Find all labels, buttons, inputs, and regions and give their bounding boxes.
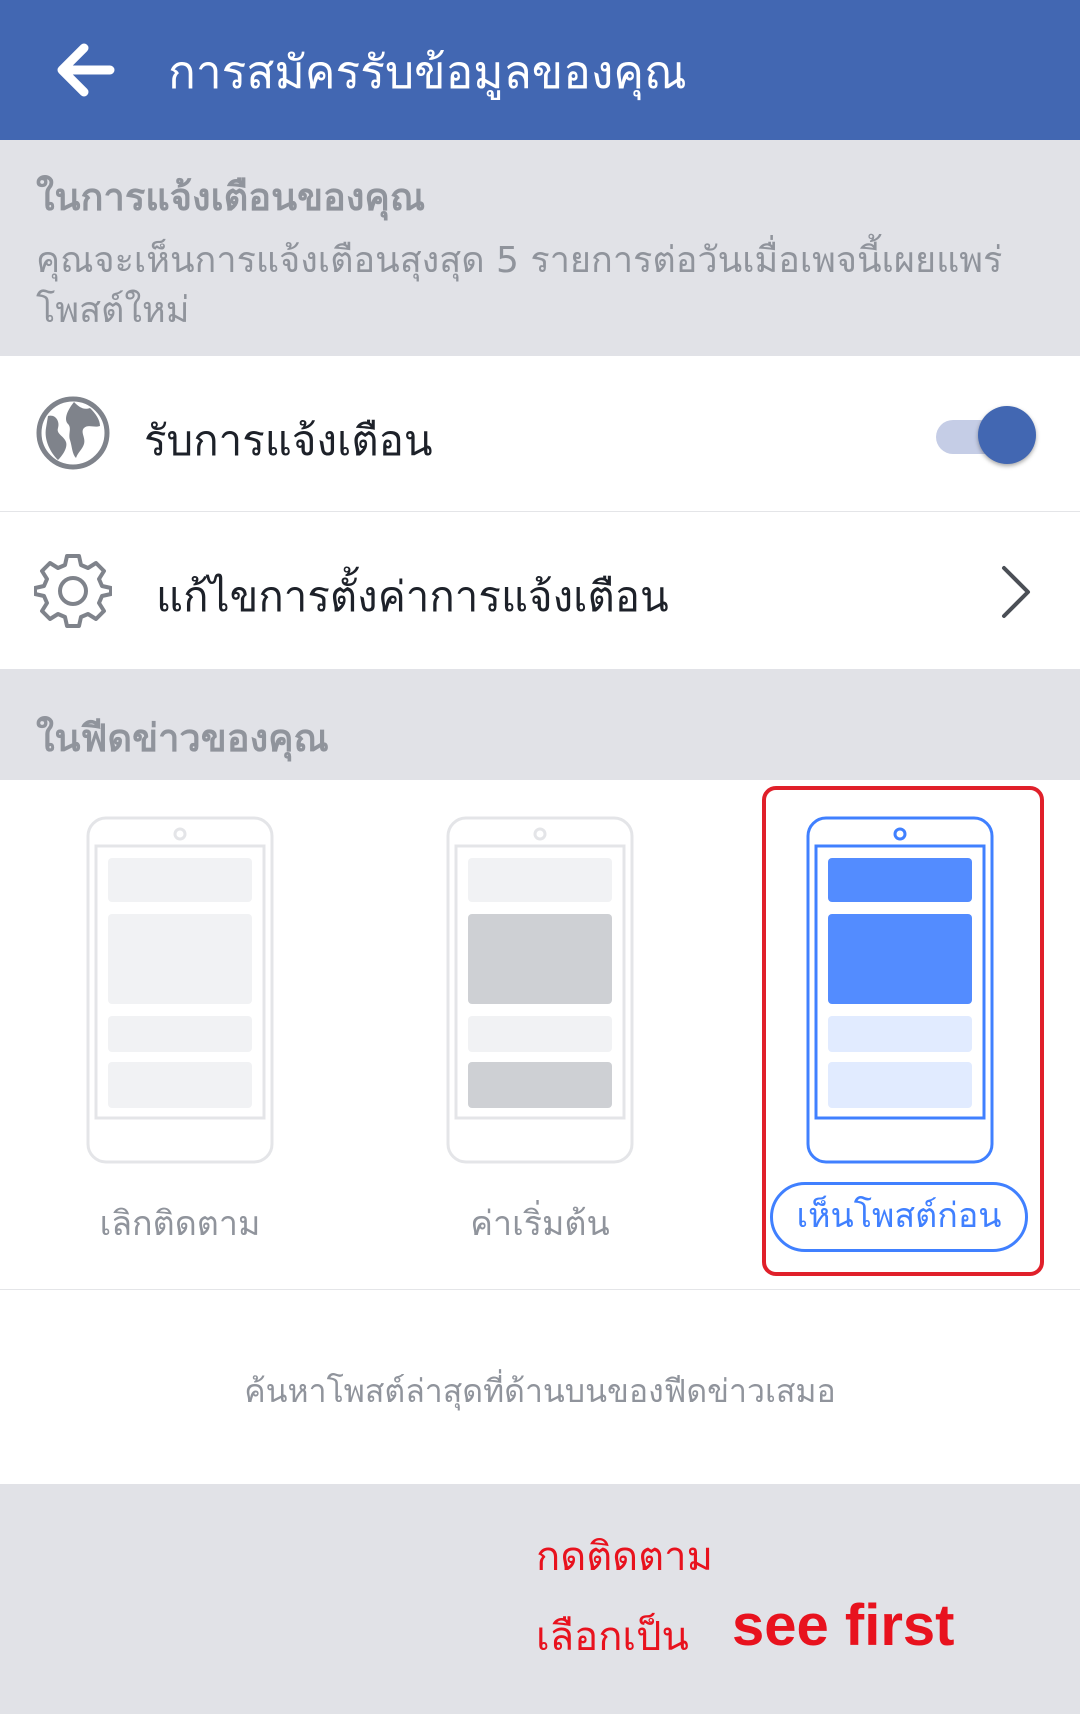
feed-section-header: ในฟีดข่าวของคุณ (0, 669, 1080, 780)
app-header: การสมัครรับข้อมูลของคุณ (0, 0, 1080, 140)
edit-notification-settings-label: แก้ไขการตั้งค่าการแจ้งเตือน (156, 572, 669, 621)
notifications-toggle[interactable] (924, 406, 1044, 464)
option-hint: ค้นหาโพสต์ล่าสุดที่ด้านบนของฟีดข่าวเสมอ (0, 1290, 1080, 1484)
notifications-section-title: ในการแจ้งเตือนของคุณ (36, 175, 426, 219)
phone-feed-icon (86, 816, 274, 1164)
page-title: การสมัครรับข้อมูลของคุณ (168, 45, 687, 99)
notifications-section-description: คุณจะเห็นการแจ้งเตือนสุงสุด 5 รายการต่อว… (36, 240, 1003, 331)
unfollow-option[interactable]: เลิกติดตาม (30, 780, 330, 1280)
annotation-line-2-english: see first (732, 1593, 955, 1658)
highlight-annotation-box (762, 786, 1044, 1276)
default-option-label: ค่าเริ่มต้น (470, 1204, 610, 1244)
feed-section-title: ในฟีดข่าวของคุณ (36, 716, 329, 760)
globe-icon (36, 396, 110, 470)
annotation-line-1: กดติดตาม (536, 1534, 713, 1580)
receive-notifications-label: รับการแจ้งเตือน (144, 416, 433, 465)
phone-feed-icon (446, 816, 634, 1164)
edit-notification-settings-row[interactable]: แก้ไขการตั้งค่าการแจ้งเตือน (0, 512, 1080, 669)
option-hint-text: ค้นหาโพสต์ล่าสุดที่ด้านบนของฟีดข่าวเสมอ (244, 1372, 836, 1410)
gear-icon (34, 554, 112, 628)
annotation-line-2-thai: เลือกเป็น (536, 1614, 689, 1660)
receive-notifications-row[interactable]: รับการแจ้งเตือน (0, 356, 1080, 512)
back-button[interactable] (40, 30, 130, 110)
default-option[interactable]: ค่าเริ่มต้น (390, 780, 690, 1280)
toggle-knob (978, 406, 1036, 464)
arrow-left-icon (57, 43, 115, 97)
annotation-area: กดติดตาม เลือกเป็น see first (0, 1484, 1080, 1714)
chevron-right-icon (1002, 566, 1030, 618)
notifications-section-header: ในการแจ้งเตือนของคุณ คุณจะเห็นการแจ้งเตื… (0, 140, 1080, 356)
unfollow-option-label: เลิกติดตาม (99, 1204, 261, 1244)
